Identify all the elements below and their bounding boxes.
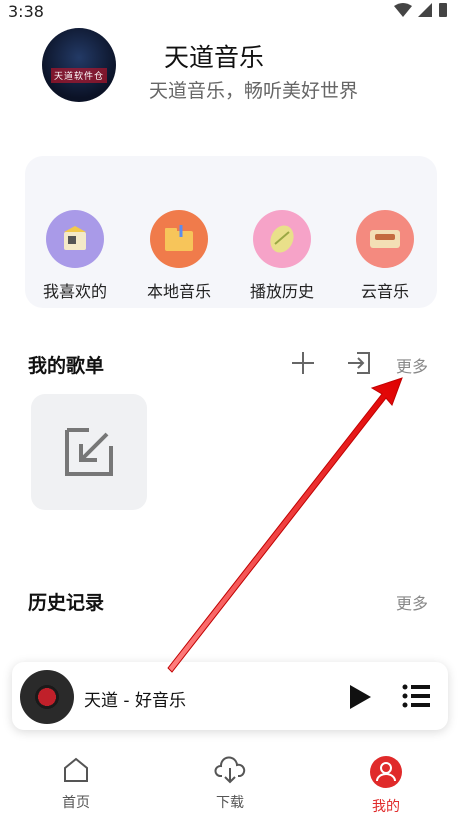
playlist-queue-icon[interactable] (402, 684, 430, 708)
signal-icon (418, 3, 432, 17)
quick-action-cloud-music[interactable]: 云音乐 (340, 210, 430, 302)
tab-download[interactable]: 下载 (190, 756, 270, 812)
tab-label: 首页 (62, 795, 90, 811)
favorites-icon (46, 210, 104, 268)
cloud-music-icon (356, 210, 414, 268)
play-icon[interactable] (348, 684, 372, 710)
history-more-link[interactable]: 更多 (396, 590, 428, 614)
tab-profile[interactable]: 我的 (346, 756, 426, 816)
status-time: 3:38 (8, 2, 44, 21)
playlists-more-link[interactable]: 更多 (396, 353, 428, 377)
wifi-icon (394, 3, 412, 17)
quick-action-favorites[interactable]: 我喜欢的 (30, 210, 120, 302)
quick-action-label: 本地音乐 (146, 282, 211, 301)
playlists-title: 我的歌单 (28, 355, 105, 377)
tab-home[interactable]: 首页 (36, 756, 116, 812)
vinyl-disc-icon (20, 670, 74, 724)
battery-icon (439, 3, 447, 17)
home-icon (64, 757, 88, 782)
quick-action-label: 播放历史 (249, 282, 314, 301)
quick-action-local-music[interactable]: 本地音乐 (134, 210, 224, 302)
profile-name: 天道音乐 (164, 43, 265, 72)
local-music-icon (150, 210, 208, 268)
quick-action-label: 我喜欢的 (42, 282, 107, 301)
avatar-logo-text: 天道软件仓 (50, 67, 107, 83)
tab-label: 我的 (372, 799, 400, 815)
profile-icon (370, 756, 402, 788)
history-icon (253, 210, 311, 268)
import-arrow-icon (65, 428, 113, 476)
history-title: 历史记录 (28, 592, 105, 614)
avatar[interactable]: 天道软件仓 (42, 28, 116, 102)
mini-player[interactable]: 天道 - 好音乐 (12, 662, 448, 730)
player-track-title: 天道 - 好音乐 (84, 691, 186, 711)
import-playlist-icon[interactable] (345, 349, 373, 377)
download-cloud-icon (214, 756, 246, 784)
add-playlist-icon[interactable] (290, 350, 316, 376)
quick-action-label: 云音乐 (360, 282, 409, 301)
tab-label: 下载 (216, 795, 244, 811)
quick-action-history[interactable]: 播放历史 (237, 210, 327, 302)
import-playlist-tile[interactable] (31, 394, 147, 510)
status-icons (394, 2, 448, 18)
profile-subtitle: 天道音乐，畅听美好世界 (149, 80, 359, 102)
